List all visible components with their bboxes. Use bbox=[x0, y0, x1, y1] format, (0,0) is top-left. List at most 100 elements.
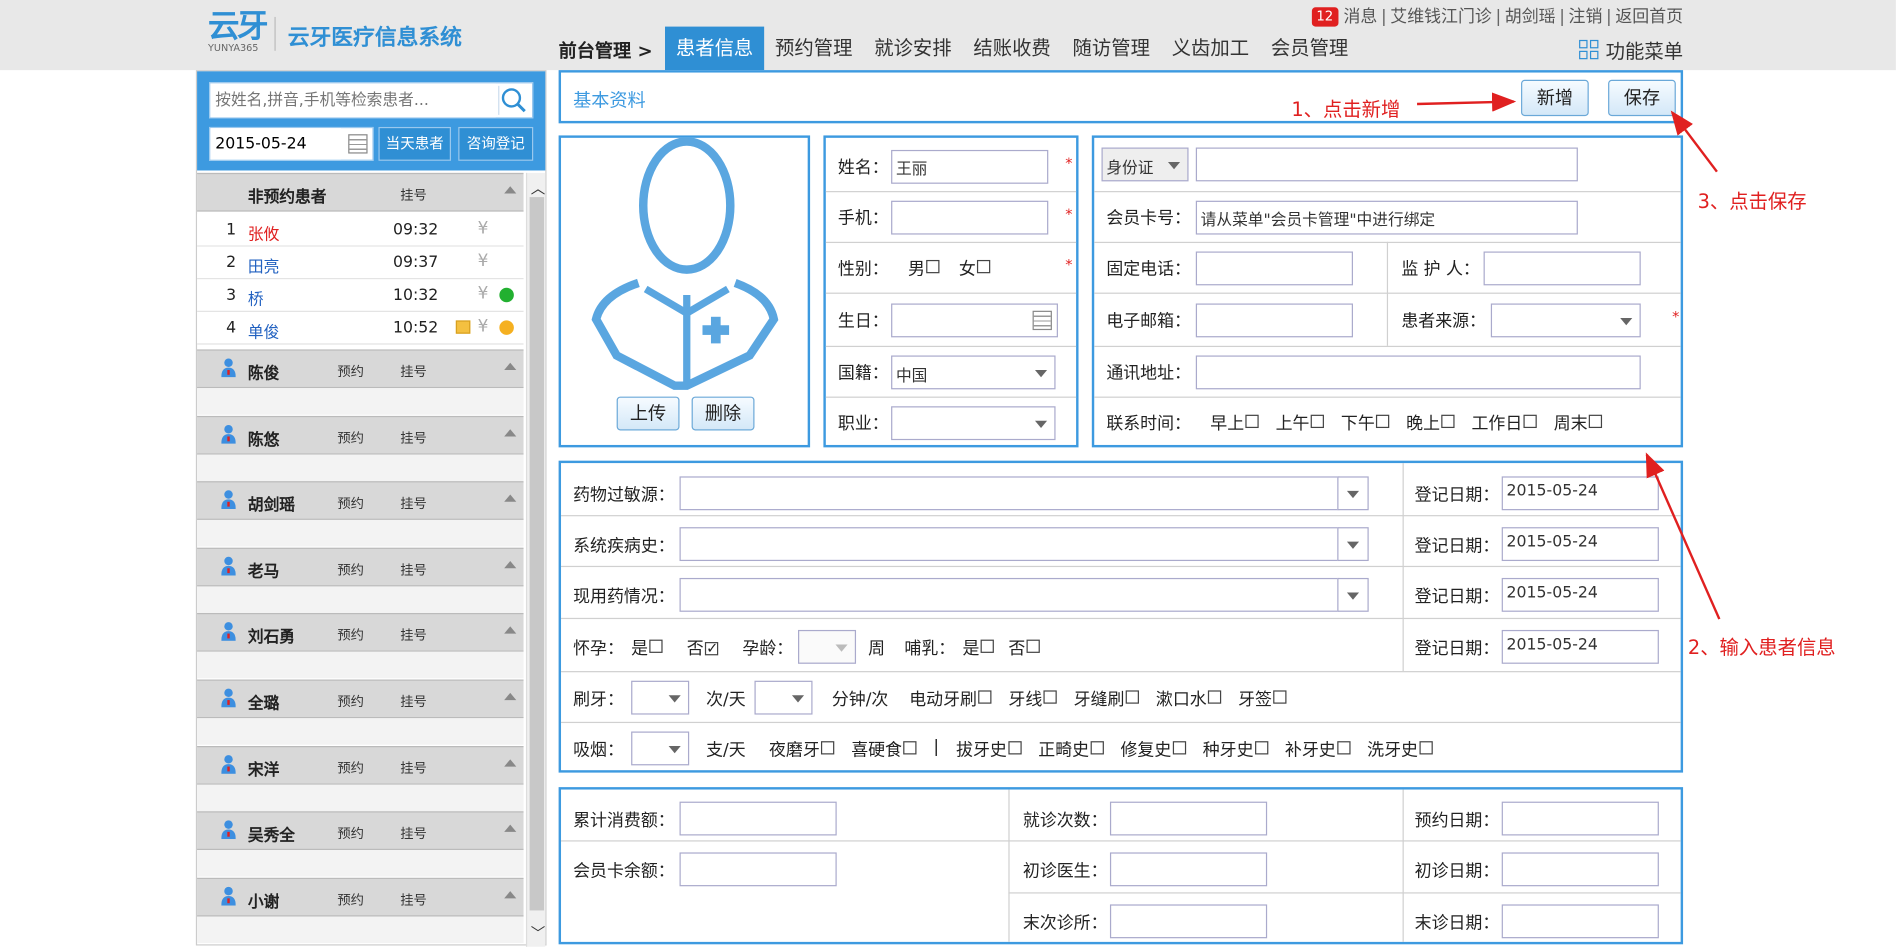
oral-care-option[interactable]: 牙签 bbox=[1238, 687, 1287, 711]
consult-register-button[interactable]: 咨询登记 bbox=[458, 126, 534, 161]
save-button[interactable]: 保存 bbox=[1608, 79, 1676, 117]
tab-patient-info[interactable]: 患者信息 bbox=[665, 26, 765, 71]
appointment-date-input[interactable] bbox=[1501, 801, 1659, 836]
id-type-select[interactable]: 身份证 bbox=[1101, 147, 1189, 182]
visit-count-input[interactable] bbox=[1109, 801, 1268, 836]
pregnant-yes-checkbox[interactable] bbox=[649, 639, 663, 653]
male-checkbox[interactable] bbox=[926, 259, 940, 274]
calendar-icon[interactable] bbox=[1032, 310, 1052, 331]
contact-time-option[interactable]: 晚上 bbox=[1406, 411, 1455, 435]
doctor-group-header[interactable]: 胡剑瑶 预约 挂号 bbox=[197, 481, 524, 520]
search-button[interactable] bbox=[498, 85, 529, 115]
checkbox[interactable] bbox=[820, 741, 835, 755]
checkbox[interactable] bbox=[1375, 414, 1390, 429]
register-date-input[interactable]: 2015-05-24 bbox=[1501, 577, 1659, 612]
checkbox[interactable] bbox=[1310, 414, 1324, 429]
messages-link[interactable]: 消息 bbox=[1343, 7, 1377, 26]
message-count-badge[interactable]: 12 bbox=[1311, 7, 1339, 27]
nursing-yes-checkbox[interactable] bbox=[980, 639, 994, 653]
contact-time-option[interactable]: 下午 bbox=[1341, 411, 1390, 435]
checkbox[interactable] bbox=[903, 741, 917, 755]
patient-row[interactable]: 2 田亮 09:37 ¥ bbox=[197, 246, 524, 280]
history-option[interactable]: 洗牙史 bbox=[1367, 738, 1433, 762]
contact-time-option[interactable]: 早上 bbox=[1210, 411, 1259, 435]
checkbox[interactable] bbox=[978, 690, 992, 704]
doctor-group-header[interactable]: 全璐 预约 挂号 bbox=[197, 679, 524, 719]
doctor-group-header[interactable]: 陈悠 预约 挂号 bbox=[197, 415, 524, 455]
disease-history-dropdown[interactable] bbox=[1337, 527, 1369, 562]
current-meds-dropdown[interactable] bbox=[1337, 577, 1369, 612]
checkbox[interactable] bbox=[1207, 690, 1222, 704]
register-date-input[interactable]: 2015-05-24 bbox=[1501, 476, 1659, 511]
history-option[interactable]: 补牙史 bbox=[1285, 738, 1351, 762]
collapse-caret-icon[interactable] bbox=[504, 891, 517, 899]
contact-time-option[interactable]: 工作日 bbox=[1471, 411, 1537, 435]
brushing-times-select[interactable] bbox=[631, 680, 690, 715]
today-patients-button[interactable]: 当天患者 bbox=[378, 126, 451, 161]
nursing-no-checkbox[interactable] bbox=[1026, 639, 1040, 653]
allergy-dropdown[interactable] bbox=[1337, 476, 1369, 511]
checkbox[interactable] bbox=[1245, 414, 1259, 429]
brushing-minutes-select[interactable] bbox=[754, 680, 813, 715]
address-input[interactable] bbox=[1195, 355, 1641, 390]
oral-care-option[interactable]: 牙线 bbox=[1008, 687, 1057, 711]
total-spent-input[interactable] bbox=[679, 801, 837, 836]
phone-input[interactable] bbox=[891, 200, 1049, 235]
doctor-group-header[interactable]: 老马 预约 挂号 bbox=[197, 547, 524, 587]
patient-row[interactable]: 4 单俊 10:52 ¥ bbox=[197, 311, 524, 345]
id-number-input[interactable] bbox=[1195, 147, 1578, 182]
oral-care-option[interactable]: 漱口水 bbox=[1156, 687, 1222, 711]
checkbox[interactable] bbox=[1523, 414, 1537, 429]
collapse-caret-icon[interactable] bbox=[504, 429, 517, 437]
collapse-caret-icon[interactable] bbox=[504, 494, 517, 502]
tab-members[interactable]: 会员管理 bbox=[1260, 27, 1359, 71]
user-link[interactable]: 胡剑瑶 bbox=[1505, 7, 1556, 26]
collapse-caret-icon[interactable] bbox=[504, 626, 517, 634]
collapse-caret-icon[interactable] bbox=[504, 186, 517, 194]
first-visit-date-input[interactable] bbox=[1501, 852, 1659, 887]
habit-option[interactable]: 喜硬食 bbox=[851, 738, 917, 762]
checkbox[interactable] bbox=[1419, 741, 1433, 755]
collapse-caret-icon[interactable] bbox=[504, 824, 517, 832]
checkbox[interactable] bbox=[1273, 690, 1287, 704]
patient-search-input[interactable] bbox=[210, 83, 496, 118]
birthday-input[interactable] bbox=[891, 303, 1058, 338]
oral-care-option[interactable]: 电动牙刷 bbox=[909, 687, 992, 711]
last-visit-date-input[interactable] bbox=[1501, 904, 1659, 939]
female-checkbox[interactable] bbox=[976, 259, 991, 274]
checkbox[interactable] bbox=[1254, 741, 1269, 755]
checkbox[interactable] bbox=[1090, 741, 1104, 755]
pregnant-no-checkbox[interactable] bbox=[704, 642, 719, 656]
current-meds-input[interactable] bbox=[679, 577, 1340, 612]
delete-photo-button[interactable]: 删除 bbox=[691, 396, 755, 431]
doctor-group-header[interactable]: 吴秀全 预约 挂号 bbox=[197, 811, 524, 850]
scroll-up-icon[interactable]: ︿ bbox=[531, 178, 546, 199]
history-option[interactable]: 拔牙史 bbox=[956, 738, 1022, 762]
tab-appointments[interactable]: 预约管理 bbox=[764, 27, 863, 71]
checkbox[interactable] bbox=[1172, 741, 1186, 755]
scroll-down-icon[interactable]: ﹀ bbox=[531, 923, 546, 944]
collapse-caret-icon[interactable] bbox=[504, 561, 517, 569]
date-input[interactable] bbox=[210, 128, 341, 160]
checkbox[interactable] bbox=[1441, 414, 1455, 429]
tab-billing[interactable]: 结账收费 bbox=[963, 27, 1062, 71]
doctor-group-header[interactable]: 宋洋 预约 挂号 bbox=[197, 746, 524, 785]
new-button[interactable]: 新增 bbox=[1521, 79, 1589, 117]
history-option[interactable]: 种牙史 bbox=[1203, 738, 1269, 762]
smoking-select[interactable] bbox=[631, 731, 690, 766]
collapse-caret-icon[interactable] bbox=[504, 362, 517, 370]
checkbox[interactable] bbox=[1588, 414, 1603, 429]
job-select[interactable] bbox=[891, 406, 1056, 441]
tab-visit-schedule[interactable]: 就诊安排 bbox=[863, 27, 962, 71]
doctor-group-header[interactable]: 小谢 预约 挂号 bbox=[197, 877, 524, 917]
checkbox[interactable] bbox=[1008, 741, 1022, 755]
contact-time-option[interactable]: 周末 bbox=[1554, 411, 1603, 435]
scrollbar-thumb[interactable] bbox=[529, 197, 545, 911]
patient-row[interactable]: 1 张攸 09:32 ¥ bbox=[197, 214, 524, 247]
collapse-caret-icon[interactable] bbox=[504, 759, 517, 767]
oral-care-option[interactable]: 牙缝刷 bbox=[1074, 687, 1139, 711]
checkbox[interactable] bbox=[1043, 690, 1057, 704]
tab-denture[interactable]: 义齿加工 bbox=[1161, 27, 1260, 71]
checkbox[interactable] bbox=[1336, 741, 1351, 755]
disease-history-input[interactable] bbox=[679, 527, 1340, 562]
